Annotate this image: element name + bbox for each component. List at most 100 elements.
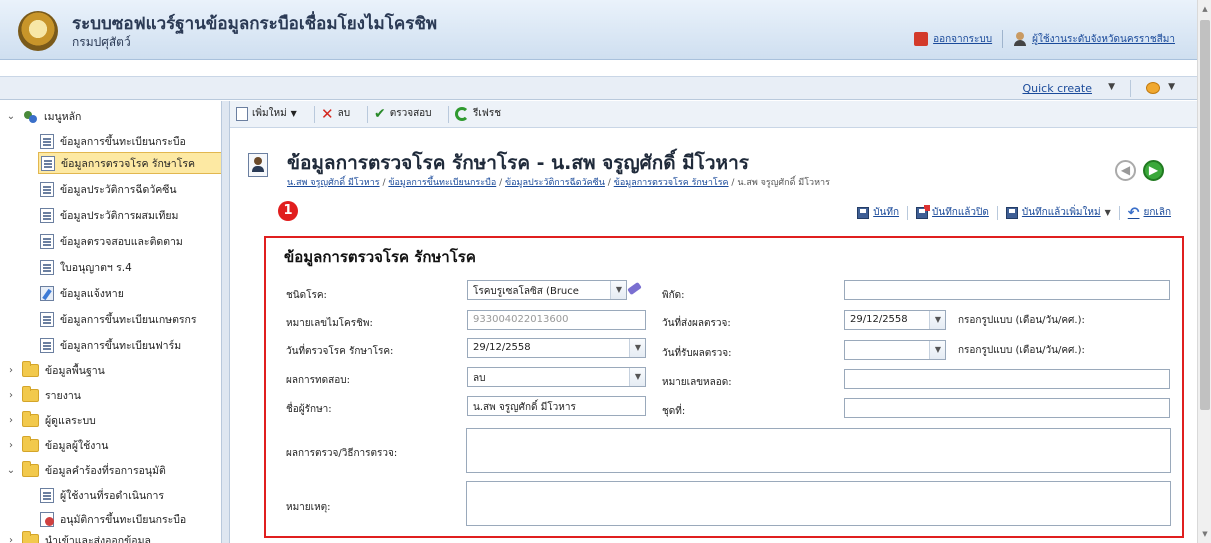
sidebar-item-label: ข้อมูลการขึ้นทะเบียนฟาร์ม <box>60 339 182 352</box>
chevron-down-icon[interactable]: ▼ <box>1108 82 1115 92</box>
chevron-right-icon[interactable]: › <box>6 365 16 376</box>
sidebar-item-vaccination[interactable]: ข้อมูลประวัติการฉีดวัคซีน <box>40 178 177 200</box>
sidebar-item-label: นำเข้าและส่งออกข้อมูล <box>45 534 151 543</box>
sidebar-root-main-menu[interactable]: ⌄ เมนูหลัก <box>6 105 81 127</box>
sidebar-folder-user-data[interactable]: › ข้อมูลผู้ใช้งาน <box>6 434 108 456</box>
new-button[interactable]: เพิ่มใหม่ ▼ <box>236 106 297 121</box>
chevron-down-icon[interactable]: ▼ <box>1168 82 1175 92</box>
remark-textarea[interactable] <box>466 481 1171 526</box>
sidebar-item-license[interactable]: ใบอนุญาตฯ ร.4 <box>40 256 132 278</box>
chevron-down-icon[interactable]: ▼ <box>629 339 645 357</box>
page-scrollbar[interactable]: ▲ ▼ <box>1197 0 1211 543</box>
refresh-icon <box>455 106 469 121</box>
chevron-down-icon[interactable]: ▼ <box>929 341 945 359</box>
chevron-down-icon[interactable]: ▼ <box>629 368 645 386</box>
scroll-down-arrow-icon[interactable]: ▼ <box>1198 527 1211 541</box>
chevron-right-icon[interactable]: › <box>6 440 16 451</box>
exam-date-label: วันที่ตรวจโรค รักษาโรค: <box>286 346 394 357</box>
sidebar-item-inspection[interactable]: ข้อมูลตรวจสอบและติดตาม <box>40 230 183 252</box>
chevron-down-icon[interactable]: ▼ <box>291 109 297 118</box>
breadcrumb-current: น.สพ จรูญศักดิ์ มีโวหาร <box>737 178 830 188</box>
quick-create-button[interactable]: Quick create <box>1022 82 1092 95</box>
sidebar-item-approve-registration[interactable]: อนุมัติการขึ้นทะเบียนกระบือ <box>40 508 186 530</box>
divider <box>907 205 909 220</box>
verify-button[interactable]: ✔ ตรวจสอบ <box>374 106 432 121</box>
user-icon <box>1013 32 1027 46</box>
refresh-button[interactable]: รีเฟรช <box>455 106 501 121</box>
next-record-button[interactable]: ▶ <box>1143 160 1164 181</box>
sidebar-item-lost-report[interactable]: ข้อมูลแจ้งหาย <box>40 282 124 304</box>
tube-number-field[interactable] <box>844 369 1170 389</box>
chevron-down-icon[interactable]: ▼ <box>610 281 626 299</box>
sidebar-folder-reports[interactable]: › รายงาน <box>6 384 81 406</box>
sidebar-item-pending-users[interactable]: ผู้ใช้งานที่รอดำเนินการ <box>40 484 164 506</box>
sidebar-folder-basic-data[interactable]: › ข้อมูลพื้นฐาน <box>6 359 105 381</box>
sidebar-item-label: ข้อมูลการตรวจโรค รักษาโรค <box>61 157 195 170</box>
scrollbar-thumb[interactable] <box>1200 20 1210 410</box>
divider <box>367 106 368 123</box>
sidebar-item-label: ข้อมูลประวัติการผสมเทียม <box>60 209 179 222</box>
sidebar-item-farm-registration[interactable]: ข้อมูลการขึ้นทะเบียนฟาร์ม <box>40 334 181 356</box>
folder-icon <box>22 385 39 402</box>
breadcrumb-link[interactable]: ข้อมูลการขึ้นทะเบียนกระบือ <box>388 178 496 188</box>
save-close-label: บันทึกแล้วปิด <box>932 207 989 218</box>
received-date-format-hint: กรอกรูปแบบ (เดือน/วัน/คศ.): <box>958 345 1085 356</box>
sidebar-item-label: ข้อมูลประวัติการฉีดวัคซีน <box>60 183 177 196</box>
edit-icon <box>40 285 54 301</box>
save-close-button[interactable]: บันทึกแล้วปิด <box>916 204 989 220</box>
sidebar-folder-pending-requests[interactable]: ⌄ ข้อมูลคำร้องที่รอการอนุมัติ <box>6 459 166 481</box>
chevron-down-icon[interactable]: ⌄ <box>6 465 16 476</box>
undo-icon: ↶ <box>1127 204 1140 221</box>
document-icon <box>40 487 54 503</box>
exam-method-textarea[interactable] <box>466 428 1171 473</box>
received-date-label: วันที่รับผลตรวจ: <box>662 348 732 359</box>
sidebar-folder-import-export[interactable]: › นำเข้าและส่งออกข้อมูล <box>6 529 151 543</box>
logout-icon <box>914 32 929 46</box>
sidebar-item-label: ข้อมูลการขึ้นทะเบียนกระบือ <box>60 135 186 148</box>
chevron-right-icon[interactable]: › <box>6 535 16 543</box>
sent-date-label: วันที่ส่งผลตรวจ: <box>662 318 731 329</box>
chevron-down-icon[interactable]: ⌄ <box>6 111 16 122</box>
chevron-down-icon[interactable]: ▼ <box>929 311 945 329</box>
set-number-field[interactable] <box>844 398 1170 418</box>
eraser-icon[interactable] <box>627 282 643 296</box>
sidebar-item-buffalo-registration[interactable]: ข้อมูลการขึ้นทะเบียนกระบือ <box>40 130 186 152</box>
disease-type-select[interactable]: โรคบรูเซลโลซิส (Bruce ▼ <box>467 280 627 300</box>
document-icon <box>40 337 54 353</box>
previous-record-button[interactable]: ◀ <box>1115 160 1136 181</box>
cancel-button[interactable]: ↶ ยกเลิก <box>1128 205 1171 220</box>
test-result-select[interactable]: ลบ ▼ <box>467 367 646 387</box>
chevron-right-icon[interactable]: › <box>6 390 16 401</box>
breadcrumb-link[interactable]: น.สพ จรูญศักดิ์ มีโวหาร <box>287 178 380 188</box>
sidebar-folder-admin[interactable]: › ผู้ดูแลระบบ <box>6 409 96 431</box>
treater-field[interactable]: น.สพ จรูญศักดิ์ มีโวหาร <box>467 396 646 416</box>
sidebar-item-disease-treatment[interactable]: ข้อมูลการตรวจโรค รักษาโรค <box>38 152 221 174</box>
user-label: ผู้ใช้งานระดับจังหวัดนครราชสีมา <box>1032 33 1175 45</box>
microchip-field[interactable]: 933004022013600 <box>467 310 646 330</box>
coordinates-field[interactable] <box>844 280 1170 300</box>
chevron-right-icon[interactable]: › <box>6 415 16 426</box>
delete-button[interactable]: ✕ ลบ <box>321 106 350 121</box>
logout-link[interactable]: ออกจากระบบ <box>914 32 992 47</box>
scroll-up-arrow-icon[interactable]: ▲ <box>1198 2 1211 16</box>
breadcrumb-separator: / <box>496 178 505 188</box>
received-date-picker[interactable]: ▼ <box>844 340 946 360</box>
exam-date-value: 29/12/2558 <box>473 342 531 353</box>
sent-date-format-hint: กรอกรูปแบบ (เดือน/วัน/คศ.): <box>958 315 1085 326</box>
exam-date-picker[interactable]: 29/12/2558 ▼ <box>467 338 646 358</box>
folder-icon <box>22 460 39 477</box>
breadcrumb-link[interactable]: ข้อมูลประวัติการฉีดวัคซีน <box>505 178 605 188</box>
sent-date-picker[interactable]: 29/12/2558 ▼ <box>844 310 946 330</box>
sidebar-item-label: ผู้ใช้งานที่รอดำเนินการ <box>60 489 165 502</box>
user-profile-link[interactable]: ผู้ใช้งานระดับจังหวัดนครราชสีมา <box>1013 32 1175 47</box>
chevron-down-icon[interactable]: ▼ <box>1105 208 1111 217</box>
sidebar-item-farmer-registration[interactable]: ข้อมูลการขึ้นทะเบียนเกษตรกร <box>40 308 197 330</box>
sidebar-item-insemination[interactable]: ข้อมูลประวัติการผสมเทียม <box>40 204 178 226</box>
sidebar-splitter[interactable] <box>222 101 230 543</box>
save-new-icon <box>1005 206 1018 219</box>
save-button[interactable]: บันทึก <box>857 205 899 220</box>
form-heading: ข้อมูลการตรวจโรค รักษาโรค <box>284 248 476 266</box>
breadcrumb-link[interactable]: ข้อมูลการตรวจโรค รักษาโรค <box>614 178 729 188</box>
theme-palette-icon[interactable] <box>1146 82 1160 94</box>
save-new-button[interactable]: บันทึกแล้วเพิ่มใหม่ <box>1005 205 1101 220</box>
